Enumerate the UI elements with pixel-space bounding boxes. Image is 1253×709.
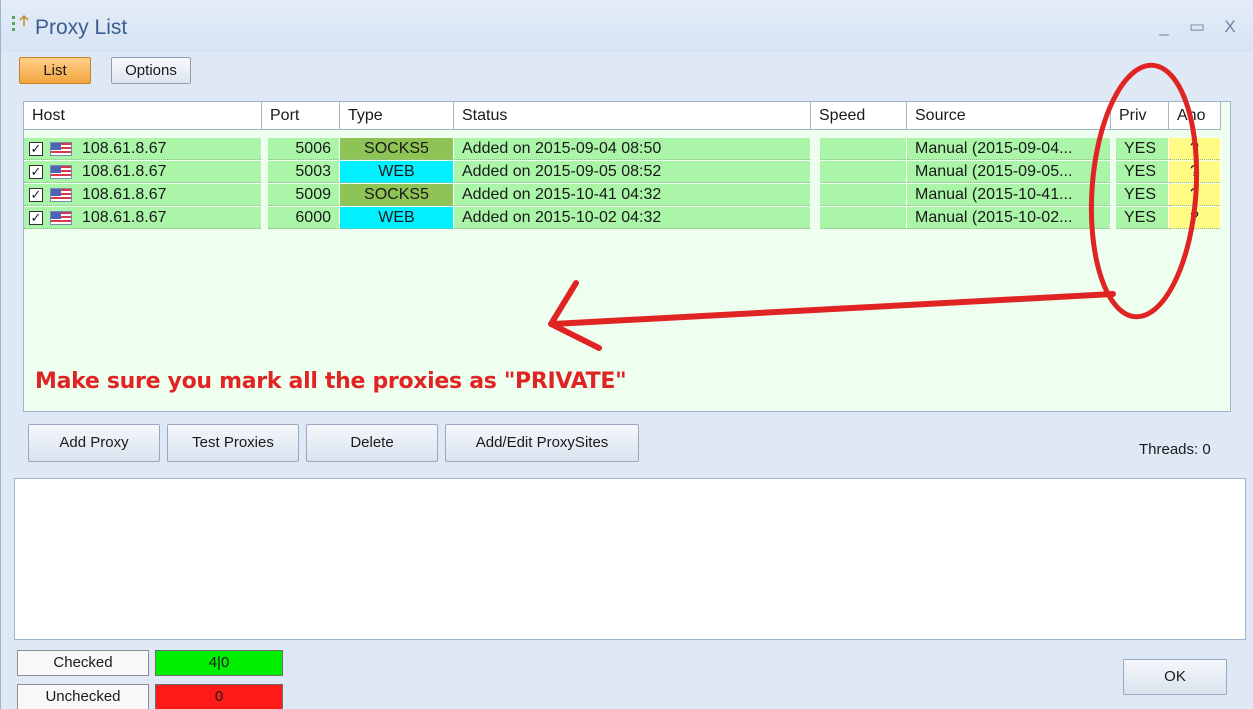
red-arrow-icon	[548, 280, 1116, 351]
proxy-list-window: Proxy List _ ▭ X List Options Host Port …	[0, 0, 1253, 709]
priv-column-circle	[1088, 62, 1200, 320]
annotation-overlay	[548, 62, 1200, 351]
